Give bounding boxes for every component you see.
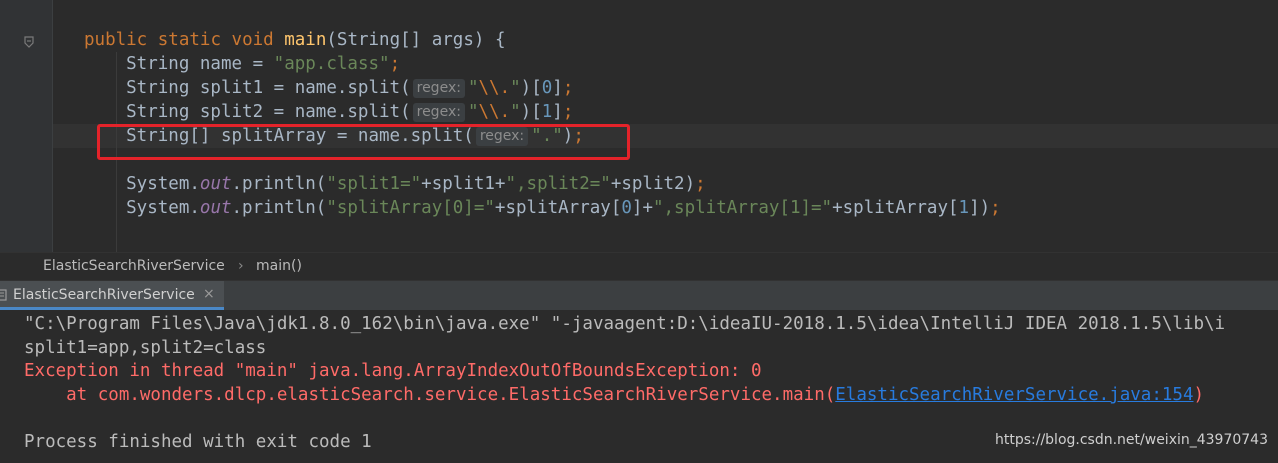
code-line[interactable]: String split1 = name.split(regex: "\\.")[… bbox=[84, 76, 573, 100]
code-token: "split1=" bbox=[326, 174, 422, 194]
code-token: System. bbox=[84, 174, 200, 194]
code-token: ; bbox=[389, 54, 401, 74]
code-token: 1 bbox=[541, 102, 553, 122]
code-token: System. bbox=[84, 198, 200, 218]
breadcrumb-class[interactable]: ElasticSearchRiverService bbox=[43, 258, 225, 274]
code-token: ; bbox=[562, 102, 574, 122]
code-token: +splitArray[ bbox=[494, 198, 622, 218]
code-line[interactable]: String name = "app.class"; bbox=[84, 52, 400, 76]
code-token: String split2 = name.split( bbox=[84, 102, 411, 122]
code-line[interactable]: public static void main(String[] args) { bbox=[84, 28, 506, 52]
code-token: " bbox=[467, 78, 479, 98]
code-token: )[ bbox=[520, 78, 542, 98]
console-output-line: split1=app,split2=class bbox=[24, 338, 267, 358]
annotation-highlight-box bbox=[97, 124, 630, 160]
console-stack-line: at com.wonders.dlcp.elasticSearch.servic… bbox=[24, 383, 1204, 407]
code-token: void bbox=[231, 30, 285, 50]
stack-suffix: ) bbox=[1193, 385, 1205, 405]
stack-prefix: at com.wonders.dlcp.elasticSearch.servic… bbox=[24, 385, 836, 405]
code-token: ] bbox=[552, 102, 563, 122]
code-editor[interactable]: public static void main(String[] args) {… bbox=[0, 0, 1278, 252]
code-token: \\. bbox=[478, 102, 511, 122]
stack-source-link[interactable]: ElasticSearchRiverService.java:154 bbox=[835, 385, 1193, 405]
code-token: ; bbox=[990, 198, 1001, 218]
code-token: +split1+ bbox=[421, 174, 506, 194]
watermark: https://blog.csdn.net/weixin_43970743 bbox=[994, 432, 1268, 448]
code-token: \\. bbox=[478, 78, 511, 98]
close-icon[interactable]: × bbox=[203, 286, 215, 302]
code-token: +splitArray[ bbox=[832, 198, 959, 218]
code-token: )[ bbox=[520, 102, 542, 122]
code-line[interactable]: System.out.println("split1="+split1+",sp… bbox=[84, 172, 706, 196]
code-token: ",splitArray[1]=" bbox=[652, 198, 833, 218]
code-token: " bbox=[510, 102, 521, 122]
code-token: ]) bbox=[969, 198, 991, 218]
code-line[interactable]: String split2 = name.split(regex: "\\.")[… bbox=[84, 100, 573, 124]
breadcrumb-separator: › bbox=[238, 258, 244, 274]
breadcrumb-method[interactable]: main() bbox=[256, 258, 302, 274]
code-token: .println( bbox=[231, 198, 327, 218]
code-line[interactable]: System.out.println("splitArray[0]="+spli… bbox=[84, 196, 1001, 220]
code-token: ; bbox=[562, 78, 574, 98]
code-token: String name = bbox=[84, 54, 274, 74]
code-token: (String[] args) { bbox=[326, 30, 506, 50]
code-token: main bbox=[284, 30, 327, 50]
code-token: 0 bbox=[541, 78, 553, 98]
code-token: ; bbox=[695, 174, 706, 194]
run-config-icon bbox=[0, 289, 7, 301]
code-token: ",split2=" bbox=[505, 174, 611, 194]
code-token: 0 bbox=[621, 198, 632, 218]
code-token: +split2) bbox=[610, 174, 696, 194]
fold-icon[interactable] bbox=[24, 36, 34, 48]
code-token: String split1 = name.split( bbox=[84, 78, 411, 98]
run-tab-label: ElasticSearchRiverService bbox=[13, 287, 195, 303]
code-token: 1 bbox=[958, 198, 970, 218]
code-token: ] bbox=[552, 78, 563, 98]
run-toolbar: ElasticSearchRiverService × bbox=[0, 280, 1278, 310]
code-token: out bbox=[199, 198, 232, 218]
code-token: " bbox=[510, 78, 521, 98]
parameter-hint: regex: bbox=[412, 79, 465, 98]
parameter-hint: regex: bbox=[412, 103, 465, 122]
console-exception-line: Exception in thread "main" java.lang.Arr… bbox=[24, 361, 762, 381]
code-token: static bbox=[157, 30, 232, 50]
console-command-line: "C:\Program Files\Java\jdk1.8.0_162\bin\… bbox=[24, 314, 1226, 334]
code-token: "app.class" bbox=[273, 54, 390, 74]
run-tab[interactable]: ElasticSearchRiverService × bbox=[0, 281, 224, 310]
console-exit-line: Process finished with exit code 1 bbox=[24, 432, 372, 452]
code-token: .println( bbox=[231, 174, 327, 194]
code-token: ]+ bbox=[631, 198, 653, 218]
code-token: public bbox=[84, 30, 158, 50]
code-token: " bbox=[467, 102, 479, 122]
code-token: "splitArray[0]=" bbox=[326, 198, 495, 218]
code-token: out bbox=[199, 174, 232, 194]
breadcrumb: ElasticSearchRiverService › main() bbox=[0, 252, 1278, 280]
